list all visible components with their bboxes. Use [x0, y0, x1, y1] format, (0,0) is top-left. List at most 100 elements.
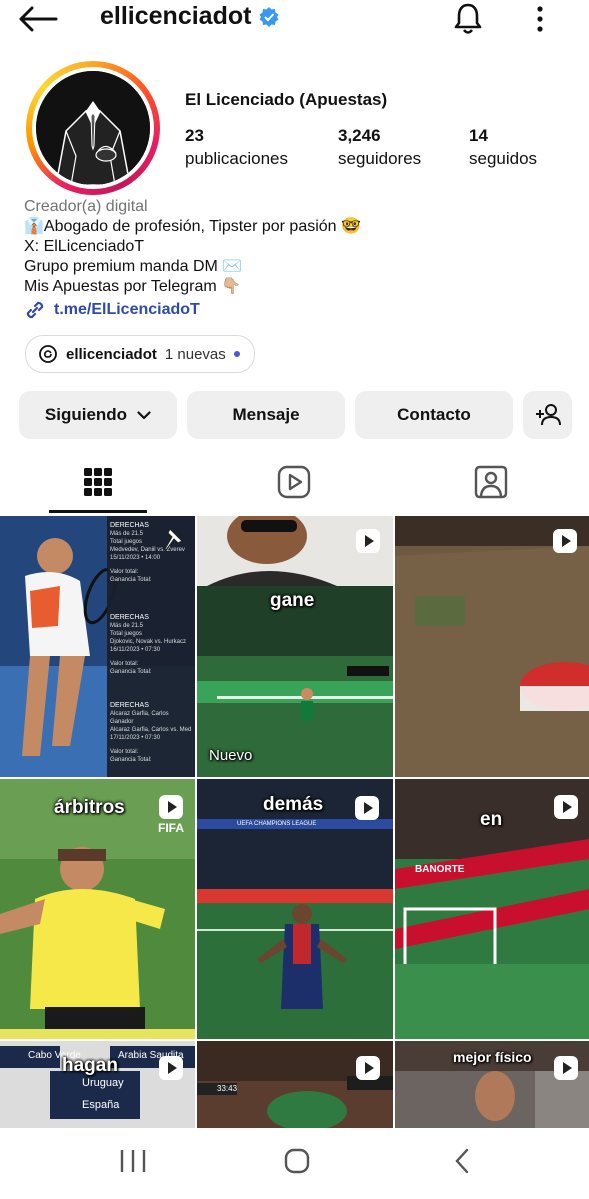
post-tile[interactable]: gane Nuevo — [197, 516, 393, 777]
post-caption: demás — [263, 794, 324, 815]
bet-card-value: Ganancia Total: — [110, 577, 152, 583]
post-tile[interactable]: DERECHAS Más de 21.5 Total juegos Medved… — [0, 516, 195, 777]
bet-card-value: Valor total: — [110, 749, 139, 755]
ucl-banner: UEFA CHAMPIONS LEAGUE — [237, 821, 317, 827]
profile-tabs — [0, 452, 589, 513]
posts-count-value: 23 — [185, 126, 204, 145]
reel-play-icon — [356, 1056, 380, 1080]
username-text: ellicenciadot — [100, 2, 252, 30]
contact-button-label: Contacto — [397, 405, 471, 424]
contact-button[interactable]: Contacto — [355, 391, 513, 439]
score-timer: 33:43 — [217, 1084, 238, 1093]
suggested-users-button[interactable] — [523, 391, 572, 439]
reel-play-icon — [355, 796, 379, 820]
bet-card-value: Ganancia Total: — [110, 757, 152, 763]
post-tile[interactable]: mejor físico — [395, 1041, 589, 1128]
following-count[interactable]: 14 seguidos — [469, 124, 537, 170]
bet-card-value: Valor total: — [110, 661, 139, 667]
followers-count-value: 3,246 — [338, 126, 381, 145]
verified-badge-icon — [259, 6, 279, 27]
post-tile[interactable]: BANORTE en — [395, 779, 589, 1039]
bet-card-line: Más de 21.5 — [110, 623, 144, 629]
post-caption: gane — [270, 590, 315, 611]
system-back-icon[interactable] — [452, 1147, 472, 1175]
followers-count[interactable]: 3,246 seguidores — [338, 124, 421, 170]
team-label: España — [82, 1099, 120, 1111]
threads-badge[interactable]: ellicenciadot 1 nuevas — [25, 335, 255, 373]
tab-grid[interactable] — [49, 452, 147, 512]
followers-count-label: seguidores — [338, 149, 422, 168]
bet-card-value: Ganancia Total: — [110, 669, 152, 675]
reels-icon — [277, 465, 311, 499]
bet-card-line: 17/11/2023 • 07:30 — [110, 735, 161, 741]
following-button-label: Siguiendo — [44, 405, 128, 424]
grid-icon — [84, 468, 112, 496]
post-tile[interactable]: Cabo Verde Arabia Saudita Uruguay España… — [0, 1041, 195, 1128]
profile-bio: Creador(a) digital 👔Abogado de profesión… — [24, 197, 361, 321]
bet-card-title: DERECHAS — [110, 614, 149, 621]
message-button[interactable]: Mensaje — [187, 391, 345, 439]
posts-count[interactable]: 23 publicaciones — [185, 124, 288, 170]
post-caption: mejor físico — [453, 1049, 532, 1065]
bio-line: X: ElLicenciadoT — [24, 238, 145, 255]
post-tile[interactable]: 33:43 — [197, 1041, 393, 1128]
posts-count-label: publicaciones — [185, 149, 289, 168]
following-count-value: 14 — [469, 126, 488, 145]
bet-card-line: 15/11/2023 • 14:00 — [110, 555, 161, 561]
bet-card: DERECHAS Más de 21.5 Total juegos Djokov… — [110, 614, 192, 676]
threads-new-dot — [233, 351, 240, 357]
reel-play-icon — [159, 795, 183, 819]
home-icon[interactable] — [283, 1147, 311, 1175]
tab-reels[interactable] — [245, 452, 343, 512]
bio-line: 👔Abogado de profesión, Tipster por pasió… — [24, 218, 361, 235]
post-tile[interactable]: árbitros FIFA — [0, 779, 195, 1039]
reel-play-icon — [553, 529, 577, 553]
post-tile[interactable]: demás UEFA CHAMPIONS LEAGUE — [197, 779, 393, 1039]
reel-play-icon — [159, 1056, 183, 1080]
profile-link[interactable]: t.me/ElLicenciadoT — [24, 299, 361, 321]
active-tab-indicator — [49, 510, 147, 513]
reel-play-icon — [554, 1056, 578, 1080]
profile-avatar[interactable] — [26, 61, 160, 195]
reel-play-icon — [356, 529, 380, 553]
username-title: ellicenciadot — [100, 2, 279, 31]
team-label: Uruguay — [82, 1077, 124, 1089]
bio-line: Mis Apuestas por Telegram 👇🏼 — [24, 278, 242, 295]
suit-logo-icon — [36, 71, 150, 185]
bet-card-value: Valor total: — [110, 569, 139, 575]
link-icon — [26, 301, 44, 319]
following-count-label: seguidos — [469, 149, 538, 168]
message-button-label: Mensaje — [232, 405, 300, 424]
sponsor-board: BANORTE — [415, 864, 465, 875]
recent-apps-icon[interactable] — [119, 1148, 147, 1174]
profile-link-text: t.me/ElLicenciadoT — [54, 301, 200, 318]
following-button[interactable]: Siguiendo — [19, 391, 177, 439]
threads-new-count: 1 nuevas — [164, 345, 226, 363]
threads-handle: ellicenciadot — [66, 345, 157, 363]
add-person-icon — [535, 404, 561, 426]
tagged-icon — [474, 465, 508, 499]
post-thumbnail — [197, 516, 393, 777]
bet-card-line: Alcaraz Garfia, Carlos — [110, 711, 169, 717]
fifa-watermark: FIFA — [158, 821, 184, 835]
profile-category: Creador(a) digital — [24, 198, 148, 215]
post-tile[interactable] — [395, 516, 589, 777]
bet-card-title: DERECHAS — [110, 702, 149, 709]
bio-line: Grupo premium manda DM ✉️ — [24, 258, 243, 275]
pinned-icon — [164, 528, 183, 551]
notifications-bell-icon[interactable] — [452, 2, 484, 36]
post-caption: árbitros — [54, 797, 125, 818]
tab-tagged[interactable] — [442, 452, 540, 512]
bet-card-line: 16/11/2023 • 07:30 — [110, 647, 161, 653]
post-caption: hagan — [62, 1055, 118, 1076]
post-thumbnail — [395, 516, 589, 777]
more-options-icon[interactable] — [533, 6, 547, 32]
reel-play-icon — [554, 795, 578, 819]
system-nav-bar — [0, 1128, 589, 1199]
chevron-down-icon — [137, 410, 151, 419]
bet-card: DERECHAS Alcaraz Garfia, Carlos Ganador … — [110, 702, 192, 764]
bet-card-line: Djokovic, Novak vs. Hurkacz — [110, 639, 187, 645]
bet-card-line: Alcaraz Garfia, Carlos vs. Med — [110, 727, 192, 733]
back-arrow-icon[interactable] — [18, 6, 58, 32]
new-badge: Nuevo — [209, 747, 253, 764]
